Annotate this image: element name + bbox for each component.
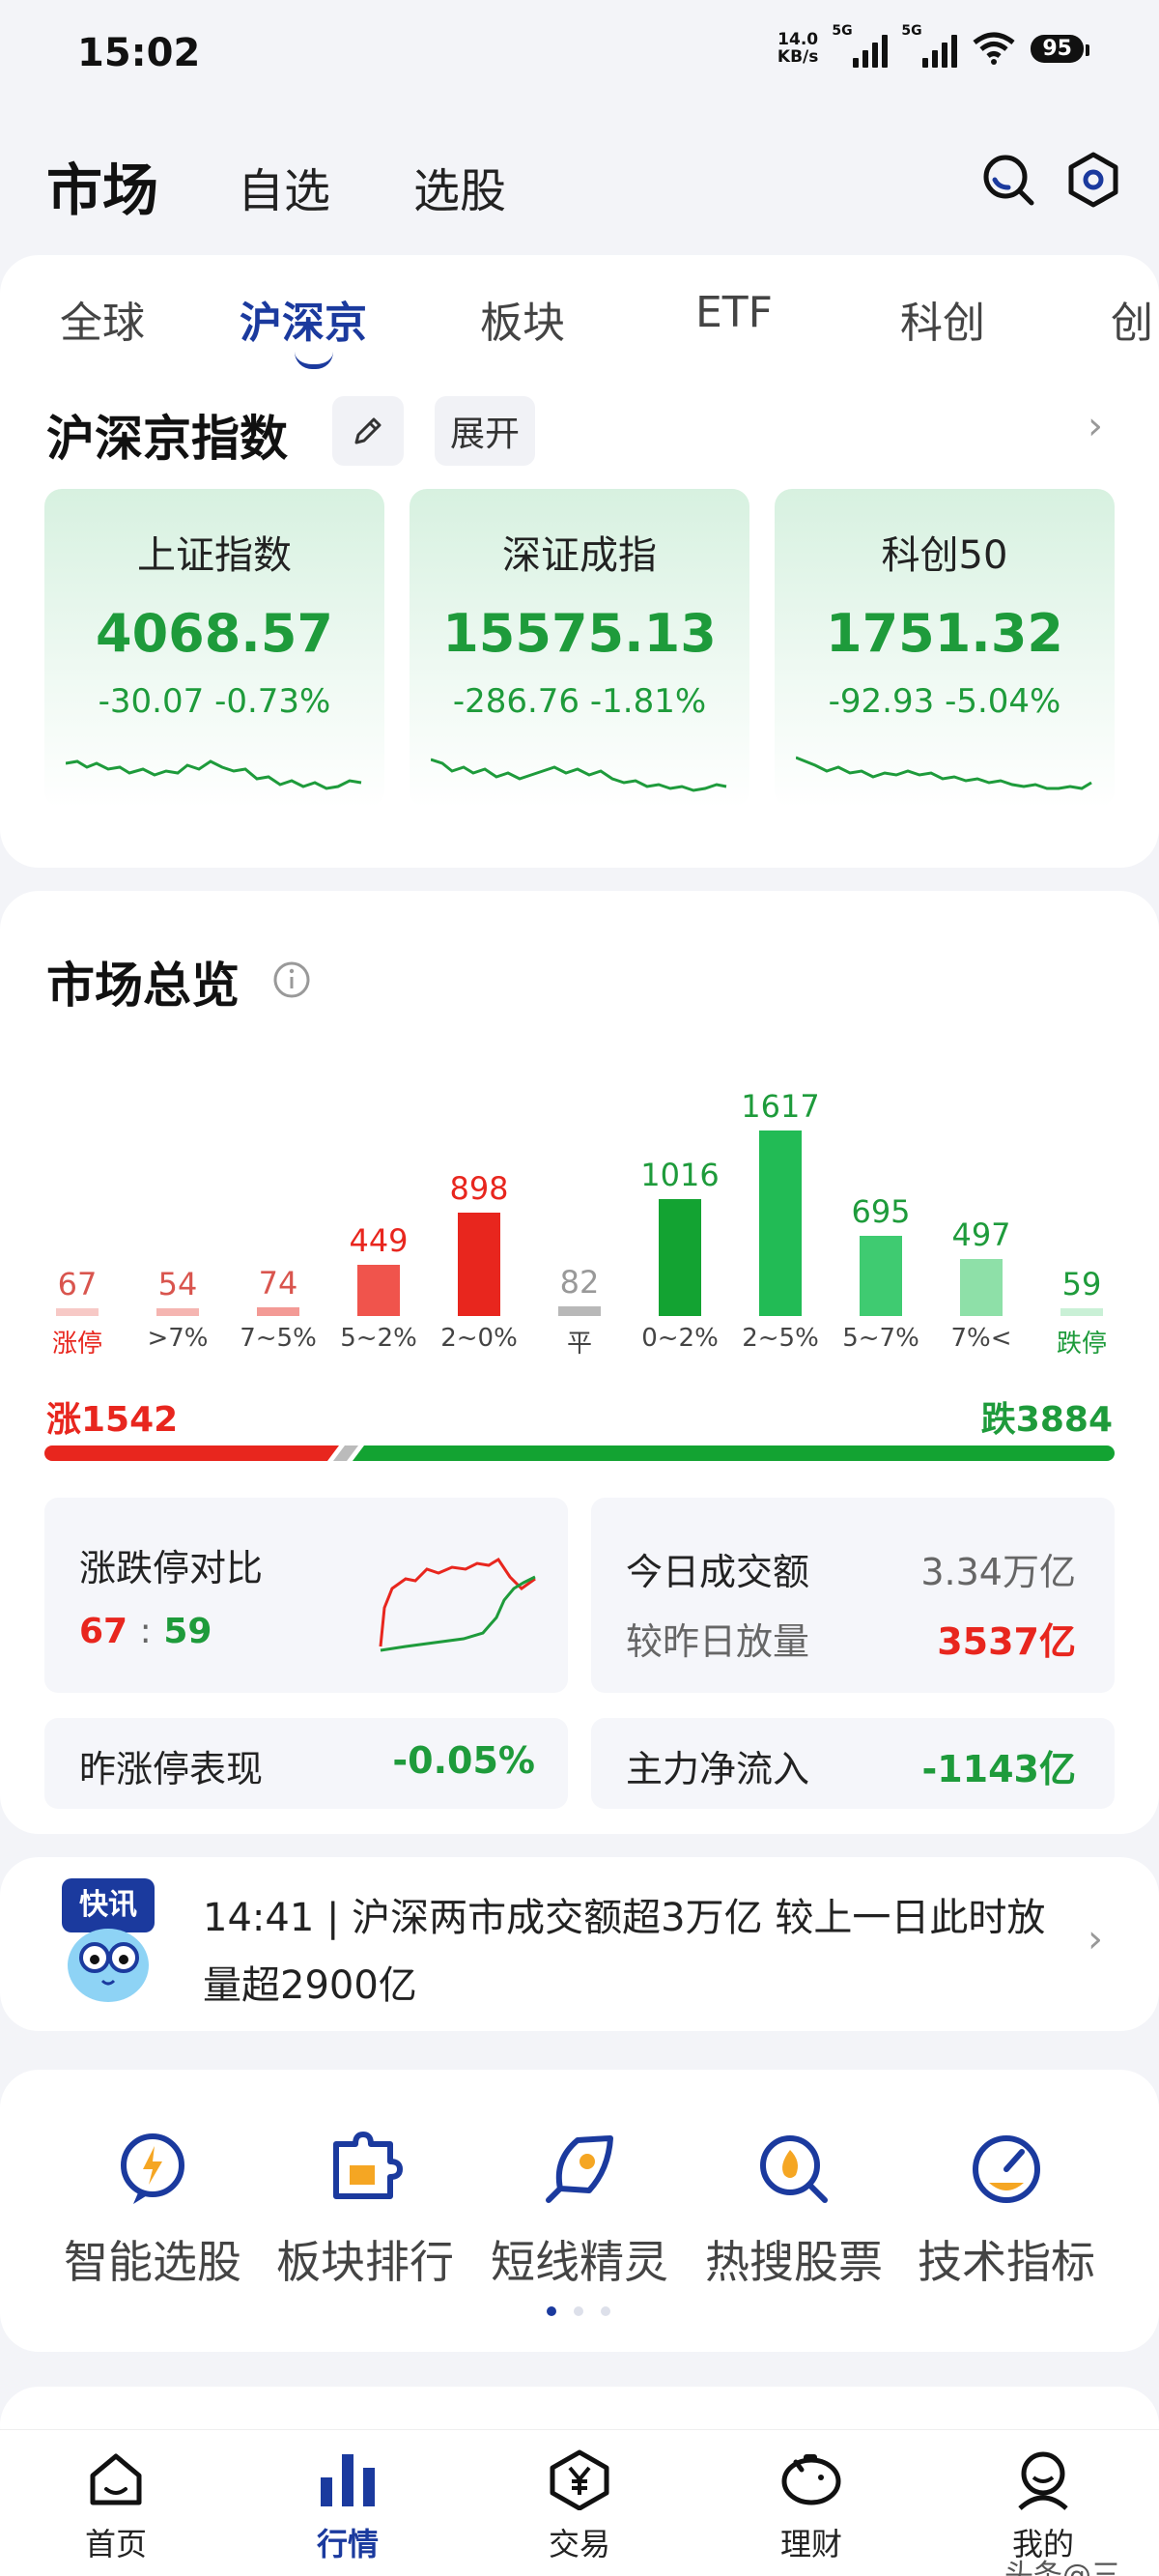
index-sparkline [796, 756, 1092, 790]
yesterday-limit-label: 昨涨停表现 [79, 1748, 264, 1790]
index-value: 4068.57 [96, 603, 333, 664]
wifi-icon [973, 32, 1015, 65]
watermark: 头条@三 [1004, 2559, 1120, 2576]
signal-icon: 5G [832, 23, 889, 68]
overview-title: 市场总览 [46, 958, 240, 1014]
nav-wealth[interactable]: 理财 [744, 2520, 879, 2564]
edit-button[interactable] [332, 396, 404, 466]
net-speed: 14.0 KB/s [777, 30, 819, 67]
limit-compare-label: 涨跌停对比 [79, 1547, 264, 1589]
main-flow-value: -1143亿 [921, 1748, 1076, 1790]
chevron-right-icon[interactable]: › [1088, 1917, 1103, 1961]
index-name: 科创50 [881, 533, 1008, 578]
news-mascot: 快讯 [54, 1878, 162, 2006]
page-dot-active [547, 2306, 556, 2316]
turnover-vs-label: 较昨日放量 [626, 1620, 810, 1663]
settings-hexagon-icon[interactable] [1064, 151, 1122, 209]
tab-sectors[interactable]: 板块 [480, 288, 565, 350]
tab-sh-sz-bj[interactable]: 沪深京 [240, 288, 367, 350]
shortcut-hot-search[interactable]: 热搜股票 [688, 2227, 900, 2291]
limit-compare-chart [379, 1557, 536, 1652]
nav-trade[interactable]: 交易 [512, 2520, 647, 2564]
rise-fall-ratio-bar [44, 1445, 1115, 1461]
status-time: 15:02 [77, 31, 201, 75]
tab-chinext[interactable]: 创 [1111, 288, 1153, 350]
tab-stock-picker[interactable]: 选股 [413, 153, 506, 220]
gauge-icon[interactable] [968, 2131, 1045, 2208]
index-card-szse[interactable]: 深证成指 15575.13 -286.76 -1.81% [410, 489, 749, 808]
tab-global[interactable]: 全球 [60, 288, 145, 350]
battery-indicator: 95 [1031, 34, 1089, 63]
limit-compare-values: 67 : 59 [79, 1612, 212, 1651]
tab-etf[interactable]: ETF [695, 288, 773, 337]
index-change: -30.07 -0.73% [98, 682, 331, 721]
page-title[interactable]: 市场 [46, 145, 158, 226]
index-name: 深证成指 [502, 533, 657, 578]
index-card-sse[interactable]: 上证指数 4068.57 -30.07 -0.73% [44, 489, 384, 808]
index-name: 上证指数 [137, 533, 292, 578]
turnover-label: 今日成交额 [626, 1551, 810, 1593]
signal-icon: 5G [901, 23, 958, 68]
chevron-right-icon[interactable]: › [1088, 404, 1103, 448]
turnover-value: 3.34万亿 [920, 1551, 1076, 1593]
info-icon[interactable] [272, 960, 311, 999]
fall-segment [353, 1445, 1115, 1461]
pencil-icon [354, 417, 382, 444]
puzzle-icon[interactable] [328, 2131, 406, 2208]
turnover-vs-value: 3537亿 [937, 1620, 1076, 1663]
index-sparkline [431, 758, 727, 792]
piggy-bank-icon[interactable] [777, 2448, 846, 2510]
shortcut-smart-pick[interactable]: 智能选股 [46, 2227, 259, 2291]
shortcut-sector-rank[interactable]: 板块排行 [259, 2227, 471, 2291]
index-value: 1751.32 [826, 603, 1063, 664]
index-change: -286.76 -1.81% [452, 682, 707, 721]
lightning-bubble-icon[interactable] [116, 2131, 189, 2208]
tab-star-market[interactable]: 科创 [900, 288, 985, 350]
indices-title: 沪深京指数 [46, 411, 288, 467]
nav-market[interactable]: 行情 [280, 2520, 415, 2564]
hot-search-icon[interactable] [755, 2131, 833, 2208]
yesterday-limit-value: -0.05% [392, 1739, 535, 1782]
news-headline: 14:41 | 沪深两市成交额超3万亿 较上一日此时放量超2900亿 [203, 1896, 1046, 2008]
main-flow-label: 主力净流入 [626, 1748, 810, 1790]
nav-home[interactable]: 首页 [48, 2520, 184, 2564]
rise-count: 涨1542 [46, 1400, 179, 1440]
rocket-icon[interactable] [541, 2131, 618, 2208]
page-dot [574, 2306, 583, 2316]
index-value: 15575.13 [442, 603, 717, 664]
shortcut-short-term[interactable]: 短线精灵 [473, 2227, 686, 2291]
status-icons: 14.0 KB/s 5G 5G 95 [777, 23, 1089, 68]
expand-button[interactable]: 展开 [435, 396, 535, 466]
index-sparkline [66, 759, 362, 790]
mascot-icon [68, 1929, 149, 2002]
trade-yen-icon[interactable] [547, 2448, 612, 2510]
tab-watchlist[interactable]: 自选 [238, 153, 330, 220]
index-change: -92.93 -5.04% [828, 682, 1061, 721]
index-card-star50[interactable]: 科创50 1751.32 -92.93 -5.04% [775, 489, 1115, 808]
shortcut-tech-indicator[interactable]: 技术指标 [900, 2227, 1113, 2291]
market-bars-icon[interactable] [315, 2448, 381, 2510]
profile-icon[interactable] [1012, 2448, 1074, 2510]
fall-count: 跌3884 [980, 1400, 1113, 1440]
home-icon[interactable] [85, 2450, 147, 2508]
search-icon[interactable] [979, 151, 1037, 209]
rise-segment [44, 1445, 339, 1461]
page-dot [601, 2306, 610, 2316]
